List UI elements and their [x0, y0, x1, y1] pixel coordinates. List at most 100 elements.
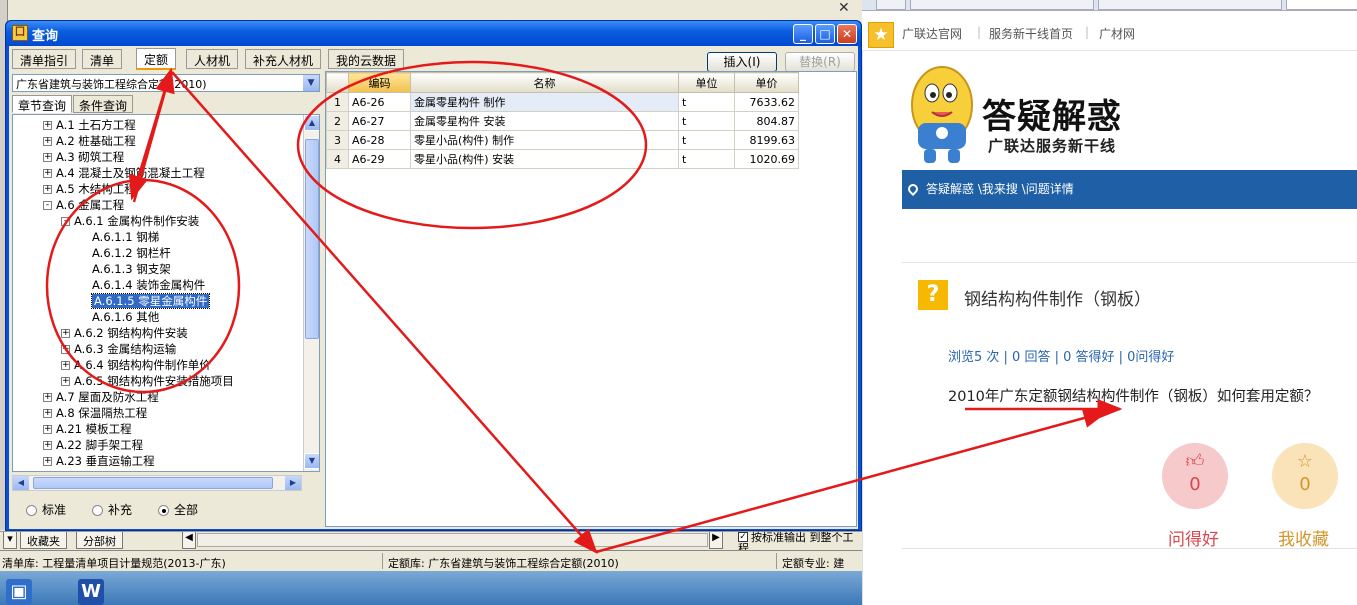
- bookmark-glodon-official[interactable]: 广联达官网: [902, 25, 962, 42]
- col-header-code[interactable]: 编码: [348, 72, 411, 93]
- expand-plus-icon[interactable]: +: [43, 137, 52, 146]
- tree-node-label[interactable]: A.6.5 钢结构构件安装措施项目: [74, 374, 234, 388]
- tree-node[interactable]: A.6.1.4 装饰金属构件: [79, 277, 205, 293]
- checkbox-check-icon[interactable]: ✓: [738, 532, 748, 542]
- name-cell[interactable]: 金属零星构件 安装: [410, 111, 679, 131]
- expand-plus-icon[interactable]: +: [43, 153, 52, 162]
- row-number-cell[interactable]: 2: [326, 111, 349, 131]
- row-number-cell[interactable]: 4: [326, 149, 349, 169]
- tree-horizontal-scrollbar[interactable]: ◀ ▶: [12, 475, 302, 491]
- col-header-unit[interactable]: 单位: [678, 72, 735, 93]
- tab-section-tree[interactable]: 分部树: [76, 532, 123, 549]
- price-cell[interactable]: 804.87: [734, 111, 799, 131]
- table-row[interactable]: 2 A6-27 金属零星构件 安装 t 804.87: [326, 111, 799, 131]
- row-number-cell[interactable]: 3: [326, 130, 349, 150]
- radio-option[interactable]: 标准: [26, 501, 66, 518]
- background-close-icon[interactable]: ✕: [838, 0, 850, 16]
- name-cell[interactable]: 金属零星构件 制作: [410, 92, 679, 112]
- code-cell[interactable]: A6-26: [348, 92, 411, 112]
- tree-node-label[interactable]: A.3 砌筑工程: [56, 150, 124, 164]
- expand-plus-icon[interactable]: +: [61, 329, 70, 338]
- tree-node-label[interactable]: A.21 模板工程: [56, 422, 132, 436]
- tree-node-label[interactable]: A.8 保温隔热工程: [56, 406, 147, 420]
- price-cell[interactable]: 7633.62: [734, 92, 799, 112]
- panel-toggle-icon[interactable]: ▾: [3, 532, 17, 549]
- expand-plus-icon[interactable]: +: [43, 121, 52, 130]
- tab-list[interactable]: 清单: [82, 49, 123, 69]
- unit-cell[interactable]: t: [678, 130, 735, 150]
- tree-node-label[interactable]: A.6.3 金属结构运输: [74, 342, 176, 356]
- expand-plus-icon[interactable]: +: [43, 457, 52, 466]
- tree-node-label[interactable]: A.6.4 钢结构构件制作单价: [74, 358, 211, 372]
- tab-quota[interactable]: 定额: [136, 48, 177, 70]
- tree-node[interactable]: + A.6.5 钢结构构件安装措施项目: [61, 373, 234, 389]
- tree-node[interactable]: + A.2 桩基础工程: [43, 133, 136, 149]
- expand-plus-icon[interactable]: +: [43, 409, 52, 418]
- tree-node[interactable]: - A.6 金属工程: [43, 197, 124, 213]
- price-cell[interactable]: 8199.63: [734, 130, 799, 150]
- radio-button[interactable]: [158, 505, 169, 516]
- tree-node-label[interactable]: A.6.1.2 钢栏杆: [92, 246, 171, 260]
- tree-node[interactable]: + A.6.3 金属结构运输: [61, 341, 176, 357]
- favorite-label[interactable]: 我收藏: [1278, 525, 1329, 550]
- tree-node[interactable]: A.6.1.6 其他: [79, 309, 159, 325]
- browser-tab-3[interactable]: [1098, 0, 1282, 10]
- expand-plus-icon[interactable]: +: [61, 377, 70, 386]
- collapse-minus-icon[interactable]: -: [61, 217, 70, 226]
- tree-node[interactable]: + A.5 木结构工程: [43, 181, 136, 197]
- tab-supplementary-lmm[interactable]: 补充人材机: [245, 49, 322, 69]
- tree-node[interactable]: A.6.1.5 零星金属构件: [79, 293, 211, 309]
- unit-cell[interactable]: t: [678, 92, 735, 112]
- code-cell[interactable]: A6-28: [348, 130, 411, 150]
- tree-node[interactable]: - A.6.1 金属构件制作安装: [61, 213, 199, 229]
- unit-cell[interactable]: t: [678, 111, 735, 131]
- code-cell[interactable]: A6-29: [348, 149, 411, 169]
- expand-plus-icon[interactable]: +: [43, 425, 52, 434]
- bookmark-service-home[interactable]: 服务新干线首页: [989, 25, 1073, 42]
- word-icon[interactable]: W: [78, 579, 104, 605]
- tree-node-label[interactable]: A.23 垂直运输工程: [56, 454, 155, 468]
- scroll-thumb[interactable]: [305, 139, 319, 339]
- taskbar-app-icon[interactable]: ▣: [6, 579, 32, 605]
- tree-node[interactable]: A.6.1.3 钢支架: [79, 261, 171, 277]
- unit-cell[interactable]: t: [678, 149, 735, 169]
- table-row[interactable]: 1 A6-26 金属零星构件 制作 t 7633.62: [326, 92, 799, 112]
- replace-button[interactable]: 替换(R): [785, 52, 855, 72]
- tree-node-label[interactable]: A.6.1.6 其他: [92, 310, 159, 324]
- scroll-up-icon[interactable]: ▲: [304, 115, 319, 131]
- scroll-left-icon[interactable]: ◀: [182, 532, 196, 549]
- radio-button[interactable]: [92, 505, 103, 516]
- code-cell[interactable]: A6-27: [348, 111, 411, 131]
- close-button[interactable]: ✕: [837, 24, 857, 44]
- tree-node-label[interactable]: A.4 混凝土及钢筋混凝土工程: [56, 166, 205, 180]
- tree-node[interactable]: A.6.1.1 钢梯: [79, 229, 159, 245]
- bookmark-material-site[interactable]: 广材网: [1099, 25, 1135, 42]
- tree-node[interactable]: + A.7 屋面及防水工程: [43, 389, 159, 405]
- tree-node-label[interactable]: A.22 脚手架工程: [56, 438, 143, 452]
- tree-node-label[interactable]: A.6.1.1 钢梯: [92, 230, 159, 244]
- expand-plus-icon[interactable]: +: [61, 361, 70, 370]
- collapse-minus-icon[interactable]: -: [43, 201, 52, 210]
- favorite-star-icon[interactable]: ★: [868, 22, 894, 48]
- radio-button[interactable]: [26, 505, 37, 516]
- browser-tab-1[interactable]: [876, 0, 906, 10]
- browser-tab-active[interactable]: [1286, 0, 1357, 10]
- subtab-chapter-search[interactable]: 章节查询: [12, 95, 73, 113]
- background-hscroll[interactable]: [197, 533, 708, 547]
- tree-node[interactable]: + A.22 脚手架工程: [43, 437, 143, 453]
- row-number-cell[interactable]: 1: [326, 92, 349, 112]
- maximize-button[interactable]: □: [815, 24, 835, 44]
- tree-node-label[interactable]: A.1 土石方工程: [56, 118, 136, 132]
- expand-plus-icon[interactable]: +: [43, 441, 52, 450]
- tree-node-label[interactable]: A.6.1.3 钢支架: [92, 262, 171, 276]
- tree-node[interactable]: + A.1 土石方工程: [43, 117, 136, 133]
- browser-tab-2[interactable]: [910, 0, 1094, 10]
- tab-my-cloud-data[interactable]: 我的云数据: [328, 49, 405, 69]
- tree-node-label[interactable]: A.6.1 金属构件制作安装: [74, 214, 199, 228]
- table-row[interactable]: 3 A6-28 零星小品(构件) 制作 t 8199.63: [326, 130, 799, 150]
- good-question-label[interactable]: 问得好: [1168, 525, 1219, 550]
- minimize-button[interactable]: _: [793, 24, 813, 44]
- tree-node[interactable]: + A.4 混凝土及钢筋混凝土工程: [43, 165, 205, 181]
- col-header-price[interactable]: 单价: [734, 72, 799, 93]
- tree-node-label[interactable]: A.6 金属工程: [56, 198, 124, 212]
